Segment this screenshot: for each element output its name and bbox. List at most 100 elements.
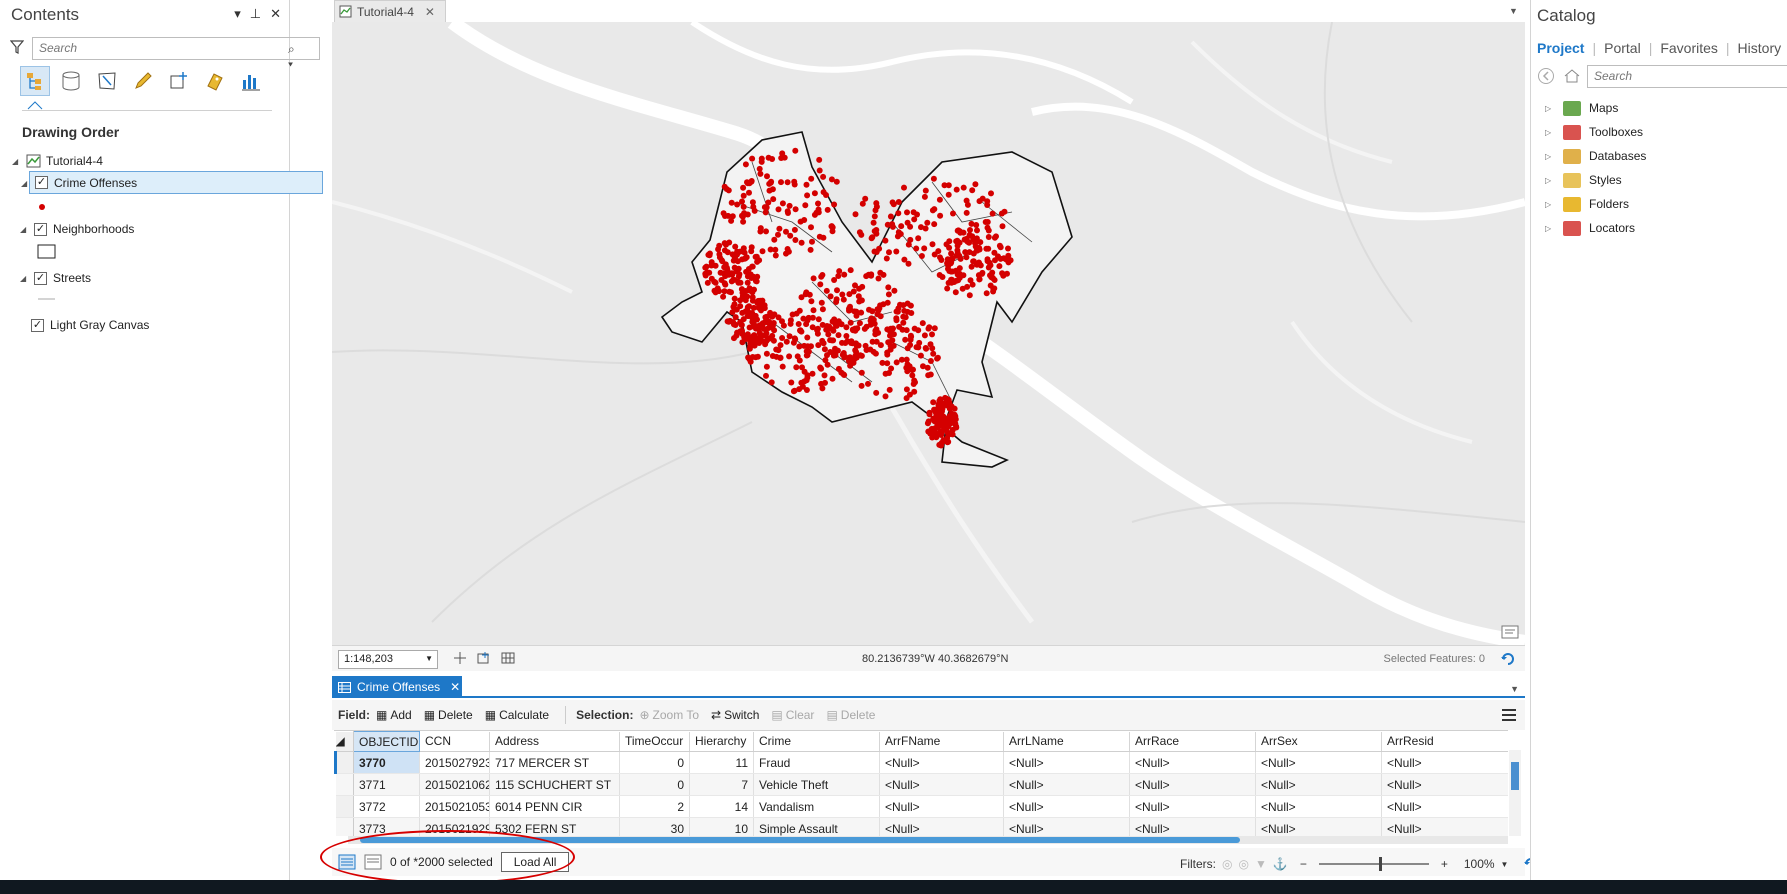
refresh-icon[interactable] (1499, 650, 1517, 668)
column-header[interactable]: ArrSex (1255, 731, 1382, 752)
layer-visibility-checkbox[interactable]: ✓ (34, 222, 47, 236)
table-cell[interactable]: <Null> (1381, 817, 1508, 836)
catalog-item-maps[interactable]: ▷ Maps (1545, 96, 1646, 120)
column-header[interactable]: ArrRace (1129, 731, 1256, 752)
table-cell[interactable]: <Null> (1255, 795, 1382, 818)
table-cell[interactable]: 2 (619, 795, 690, 818)
view-dropdown-icon[interactable]: ▼ (1510, 684, 1519, 694)
scroll-thumb[interactable] (1511, 762, 1519, 790)
list-by-snapping-icon[interactable] (164, 66, 194, 96)
collapse-icon[interactable]: ◢ (20, 274, 28, 283)
layer-streets[interactable]: ◢ ✓ Streets (20, 267, 91, 289)
table-cell[interactable]: <Null> (1381, 751, 1508, 774)
table-cell[interactable]: <Null> (1003, 795, 1130, 818)
table-cell[interactable]: <Null> (1381, 773, 1508, 796)
expand-icon[interactable]: ▷ (1545, 200, 1555, 209)
catalog-item-folders[interactable]: ▷ Folders (1545, 192, 1646, 216)
table-cell[interactable]: 30 (619, 817, 690, 836)
table-cell[interactable]: 7 (689, 773, 754, 796)
delete-selection-button[interactable]: ▤ Delete (826, 708, 875, 722)
row-selector[interactable] (334, 751, 354, 774)
filter-time-icon[interactable]: ⚓ (1273, 857, 1288, 871)
close-tab-icon[interactable]: ✕ (425, 5, 435, 19)
table-cell[interactable]: 5302 FERN ST (489, 817, 620, 836)
table-cell[interactable]: 10 (689, 817, 754, 836)
table-cell[interactable]: <Null> (1381, 795, 1508, 818)
layer-crime-offenses[interactable]: ◢ ✓ Crime Offenses (21, 171, 323, 194)
row-selector[interactable] (335, 817, 354, 836)
table-cell[interactable]: Vehicle Theft (753, 773, 880, 796)
table-cell[interactable]: <Null> (1255, 773, 1382, 796)
layer-visibility-checkbox[interactable]: ✓ (31, 318, 44, 332)
zoom-out-icon[interactable]: − (1300, 857, 1307, 871)
table-cell[interactable]: 6014 PENN CIR (489, 795, 620, 818)
row-selector[interactable] (335, 773, 354, 796)
tab-history[interactable]: History (1738, 40, 1782, 56)
table-row[interactable]: 3770 2015027923 717 MERCER ST 0 11 Fraud… (334, 751, 1508, 774)
table-cell[interactable]: 717 MERCER ST (489, 751, 620, 774)
list-by-source-icon[interactable] (56, 66, 86, 96)
load-all-button[interactable]: Load All (500, 852, 570, 872)
filter-definition-icon[interactable]: ▼ (1255, 857, 1267, 871)
overview-icon[interactable] (1501, 625, 1519, 639)
pin-icon[interactable]: ⊥ (250, 6, 261, 22)
row-selector[interactable] (335, 795, 354, 818)
table-cell[interactable]: 0 (619, 751, 690, 774)
table-cell[interactable]: 3772 (353, 795, 420, 818)
table-cell[interactable]: <Null> (879, 773, 1004, 796)
map-node[interactable]: ◢ Tutorial4-4 (12, 150, 103, 172)
pane-menu-icon[interactable]: ▾ (234, 6, 241, 22)
column-header[interactable]: CCN (419, 731, 490, 752)
layer-visibility-checkbox[interactable]: ✓ (34, 271, 47, 285)
scale-selector[interactable]: 1:148,203 ▼ (338, 650, 438, 669)
tab-project[interactable]: Project (1537, 40, 1584, 56)
menu-icon[interactable] (1501, 708, 1517, 722)
table-cell[interactable]: 3770 (353, 751, 420, 774)
close-icon[interactable]: ✕ (270, 6, 281, 22)
clear-selection-button[interactable]: ▤ Clear (771, 708, 814, 722)
map-view-tab[interactable]: Tutorial4-4 ✕ (334, 0, 446, 22)
show-selected-records-icon[interactable] (364, 854, 382, 870)
collapse-icon[interactable]: ◢ (21, 179, 29, 188)
filter-by-extent-icon[interactable]: ◎ (1222, 857, 1232, 871)
table-cell[interactable]: <Null> (1129, 795, 1256, 818)
streets-symbol[interactable] (37, 288, 57, 310)
table-cell[interactable]: 2015021062 (419, 773, 490, 796)
table-cell[interactable]: 2015027923 (419, 751, 490, 774)
expand-icon[interactable]: ▷ (1545, 224, 1555, 233)
table-cell[interactable]: <Null> (1003, 751, 1130, 774)
scroll-thumb[interactable] (360, 837, 1240, 843)
table-cell[interactable]: 3771 (353, 773, 420, 796)
layer-neighborhoods[interactable]: ◢ ✓ Neighborhoods (20, 218, 134, 240)
column-header[interactable]: OBJECTID (353, 731, 420, 752)
switch-selection-button[interactable]: ⇄ Switch (711, 708, 759, 722)
crime-offenses-symbol[interactable] (38, 196, 48, 218)
table-cell[interactable]: Simple Assault (753, 817, 880, 836)
list-by-editing-icon[interactable] (128, 66, 158, 96)
back-icon[interactable] (1537, 67, 1555, 85)
column-header[interactable]: ArrLName (1003, 731, 1130, 752)
table-cell[interactable]: 115 SCHUCHERT ST (489, 773, 620, 796)
layer-visibility-checkbox[interactable]: ✓ (35, 176, 48, 189)
catalog-item-locators[interactable]: ▷ Locators (1545, 216, 1646, 240)
list-by-labeling-icon[interactable] (200, 66, 230, 96)
select-all-corner[interactable]: ◢ (335, 731, 354, 752)
table-cell[interactable]: Fraud (753, 751, 880, 774)
chevron-down-icon[interactable]: ▼ (1501, 860, 1509, 869)
filter-selection-icon[interactable]: ◎ (1238, 857, 1248, 871)
table-cell[interactable]: Vandalism (753, 795, 880, 818)
contents-search-input[interactable]: Search (32, 37, 320, 60)
zoom-level[interactable]: 100% (1464, 857, 1495, 871)
table-row[interactable]: 3771 2015021062 115 SCHUCHERT ST 0 7 Veh… (335, 773, 1508, 796)
zoom-in-icon[interactable]: + (1441, 857, 1448, 871)
crime-offenses-table-tab[interactable]: Crime Offenses ✕ (332, 676, 462, 698)
zoom-to-button[interactable]: ⊕ Zoom To (639, 708, 699, 722)
expand-icon[interactable]: ▷ (1545, 176, 1555, 185)
expand-icon[interactable]: ▷ (1545, 152, 1555, 161)
collapse-icon[interactable]: ◢ (20, 225, 28, 234)
table-cell[interactable]: 14 (689, 795, 754, 818)
filter-icon[interactable] (10, 40, 24, 54)
table-cell[interactable]: 2015021053 (419, 795, 490, 818)
table-cell[interactable]: <Null> (879, 751, 1004, 774)
column-header[interactable]: Hierarchy (689, 731, 754, 752)
